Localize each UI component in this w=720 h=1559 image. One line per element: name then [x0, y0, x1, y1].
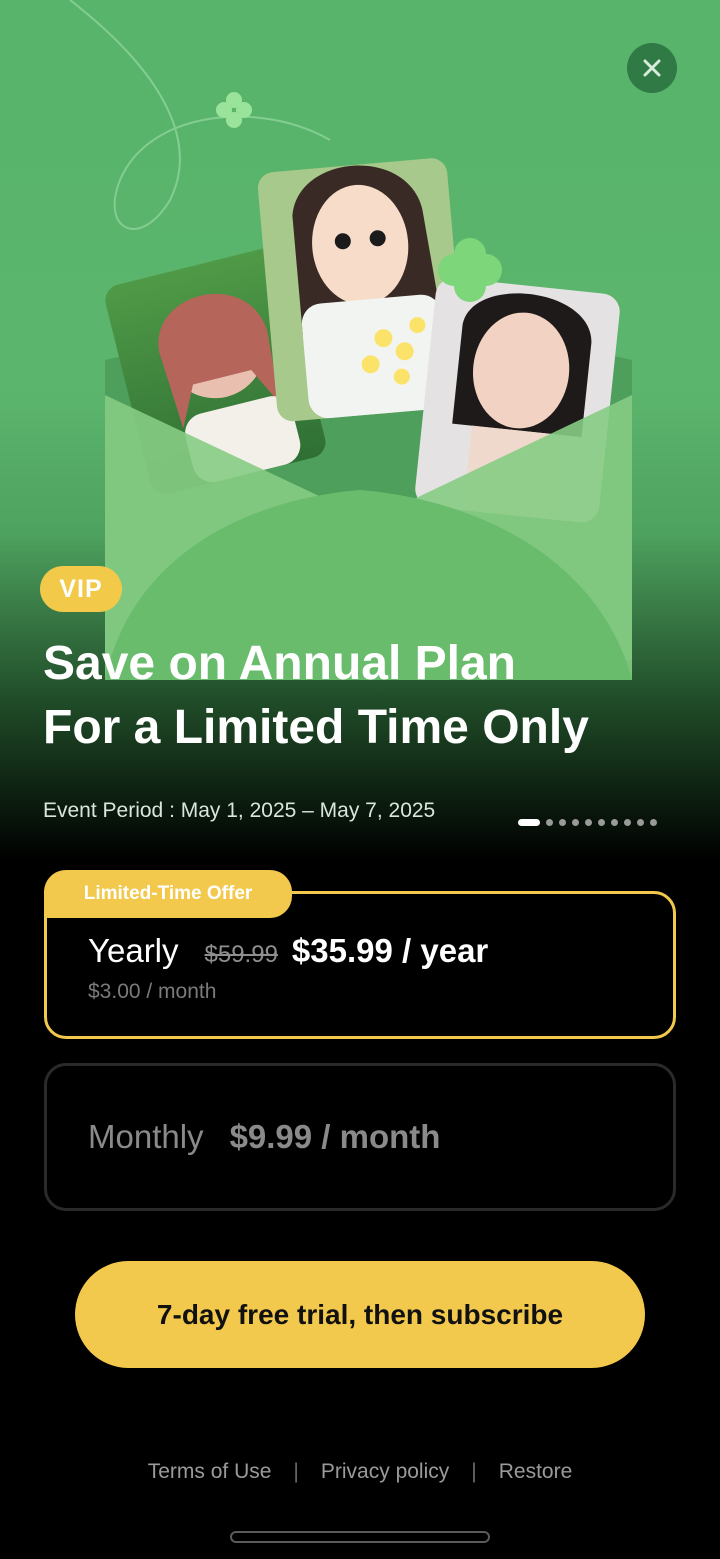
pager-dot[interactable] [637, 819, 644, 826]
limited-offer-tag: Limited-Time Offer [44, 870, 292, 918]
yearly-per-month: $3.00 / month [88, 980, 217, 1003]
yearly-plan-name: Yearly [88, 932, 179, 969]
page-title: Save on Annual Plan For a Limited Time O… [43, 632, 683, 760]
pager-dot[interactable] [572, 819, 579, 826]
yearly-plan-row: Yearly $59.99 $35.99 / year [88, 932, 488, 970]
pager-dot[interactable] [546, 819, 553, 826]
pager-dot[interactable] [559, 819, 566, 826]
vip-badge: VIP [40, 566, 122, 612]
pager-dot[interactable] [650, 819, 657, 826]
subscribe-button[interactable]: 7-day free trial, then subscribe [75, 1261, 645, 1368]
restore-link[interactable]: Restore [499, 1460, 573, 1484]
footer-separator: | [293, 1460, 299, 1483]
monthly-plan-name: Monthly [88, 1118, 204, 1155]
carousel-pager[interactable] [518, 819, 657, 826]
footer-links: Terms of Use | Privacy policy | Restore [0, 1460, 720, 1484]
clover-icon [216, 92, 252, 128]
footer-separator: | [471, 1460, 477, 1483]
pager-dot[interactable] [624, 819, 631, 826]
event-period: Event Period : May 1, 2025 – May 7, 2025 [43, 799, 436, 822]
pager-dot-active[interactable] [518, 819, 540, 826]
pager-dot[interactable] [598, 819, 605, 826]
monthly-price: $9.99 / month [229, 1118, 441, 1155]
monthly-plan-row: Monthly $9.99 / month [88, 1118, 440, 1156]
terms-link[interactable]: Terms of Use [148, 1460, 272, 1484]
privacy-link[interactable]: Privacy policy [321, 1460, 449, 1484]
pager-dot[interactable] [611, 819, 618, 826]
yearly-price: $35.99 / year [291, 932, 489, 969]
yearly-old-price: $59.99 [204, 941, 278, 968]
headline-line-2: For a Limited Time Only [43, 701, 589, 754]
headline-line-1: Save on Annual Plan [43, 637, 516, 690]
close-button[interactable] [627, 43, 677, 93]
close-icon [643, 59, 661, 77]
pager-dot[interactable] [585, 819, 592, 826]
home-indicator [230, 1531, 490, 1543]
